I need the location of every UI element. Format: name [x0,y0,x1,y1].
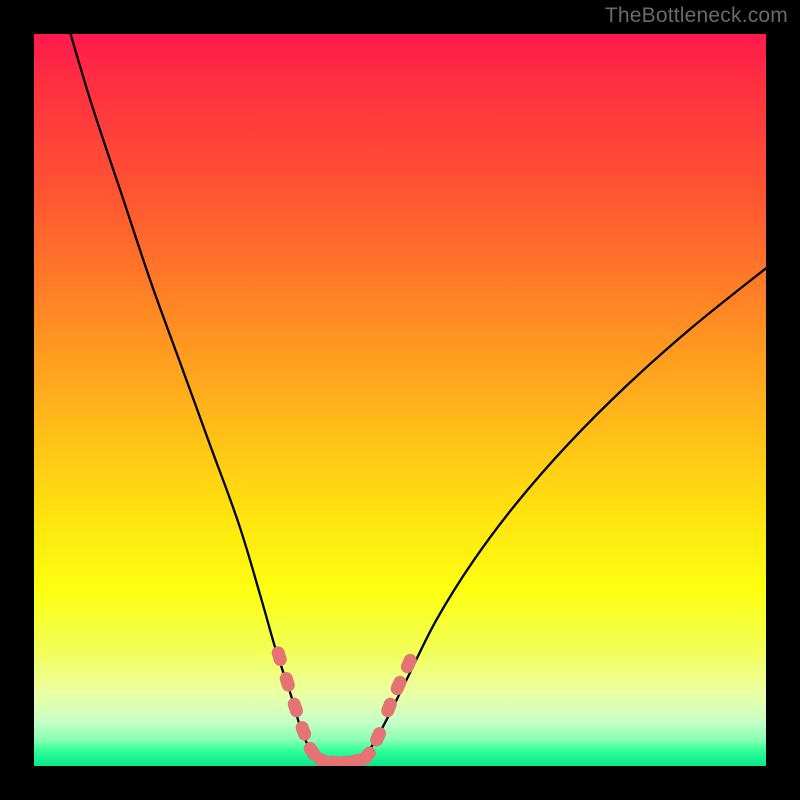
chart-frame: TheBottleneck.com [0,0,800,800]
watermark-text: TheBottleneck.com [605,4,788,28]
curve-marker [389,674,409,698]
curve-line-group [71,34,766,763]
bottleneck-curve-svg [34,34,766,766]
curve-marker [294,719,313,742]
curve-marker [286,696,305,719]
curve-marker [270,645,288,668]
plot-area [34,34,766,766]
curve-marker [368,725,388,749]
curve-marker [278,670,296,693]
bottleneck-curve-path [71,34,766,763]
curve-marker-group [270,645,419,766]
curve-marker [399,652,419,676]
